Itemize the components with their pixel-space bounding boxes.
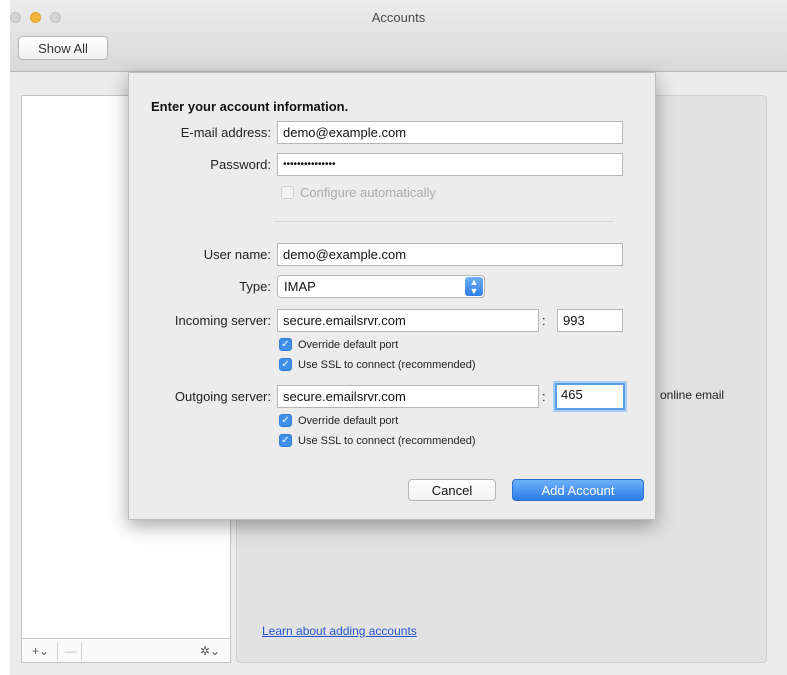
incoming-port-field[interactable]: 993 [557,309,623,332]
title-bar: Accounts Show All [10,0,787,72]
outgoing-ssl-label: Use SSL to connect (recommended) [298,434,476,447]
add-account-sheet: Enter your account information. E-mail a… [128,72,656,520]
password-field[interactable]: ••••••••••••••• [277,153,623,176]
outgoing-port-field[interactable]: 465 [555,383,625,410]
add-account-menu-button[interactable]: +⌄ [24,642,58,660]
remove-account-button[interactable]: — [60,642,82,660]
account-type-select[interactable]: IMAP ▲ ▼ [277,275,485,298]
configure-automatically-checkbox[interactable]: ✓ [281,186,294,199]
account-type-value: IMAP [284,279,316,294]
outgoing-override-port-row[interactable]: ✓ Override default port [279,414,398,427]
incoming-ssl-label: Use SSL to connect (recommended) [298,358,476,371]
sheet-heading: Enter your account information. [151,99,349,114]
configure-automatically-label: Configure automatically [300,185,436,200]
chevron-updown-icon: ▲ ▼ [465,277,483,296]
outgoing-server-label: Outgoing server: [174,389,271,404]
incoming-override-port-row[interactable]: ✓ Override default port [279,338,398,351]
section-divider [274,221,614,222]
account-list-toolbar: +⌄ — ✲⌄ [22,638,230,662]
incoming-override-port-label: Override default port [298,338,399,351]
incoming-server-label: Incoming server: [174,313,271,328]
incoming-override-port-checkbox[interactable]: ✓ [279,338,292,351]
window-title: Accounts [371,10,426,25]
email-field[interactable]: demo@example.com [277,121,623,144]
email-label: E-mail address: [180,125,271,140]
configure-automatically-row[interactable]: ✓ Configure automatically [281,185,436,200]
username-field[interactable]: demo@example.com [277,243,623,266]
incoming-ssl-row[interactable]: ✓ Use SSL to connect (recommended) [279,358,476,371]
outgoing-server-field[interactable]: secure.emailsrvr.com [277,385,539,408]
outgoing-ssl-row[interactable]: ✓ Use SSL to connect (recommended) [279,434,476,447]
outgoing-override-port-checkbox[interactable]: ✓ [279,414,292,427]
outgoing-port-separator: : [542,389,546,404]
panel-partial-text: online email [660,388,725,402]
outgoing-ssl-checkbox[interactable]: ✓ [279,434,292,447]
incoming-server-field[interactable]: secure.emailsrvr.com [277,309,539,332]
gear-icon[interactable]: ✲⌄ [196,642,224,660]
type-label: Type: [239,279,271,294]
cancel-button[interactable]: Cancel [408,479,496,501]
username-label: User name: [203,247,271,262]
add-account-button[interactable]: Add Account [512,479,644,501]
outgoing-override-port-label: Override default port [298,414,399,427]
incoming-ssl-checkbox[interactable]: ✓ [279,358,292,371]
learn-about-accounts-link[interactable]: Learn about adding accounts [262,624,417,638]
password-label: Password: [210,157,271,172]
show-all-button[interactable]: Show All [18,36,108,60]
incoming-port-separator: : [542,313,546,328]
